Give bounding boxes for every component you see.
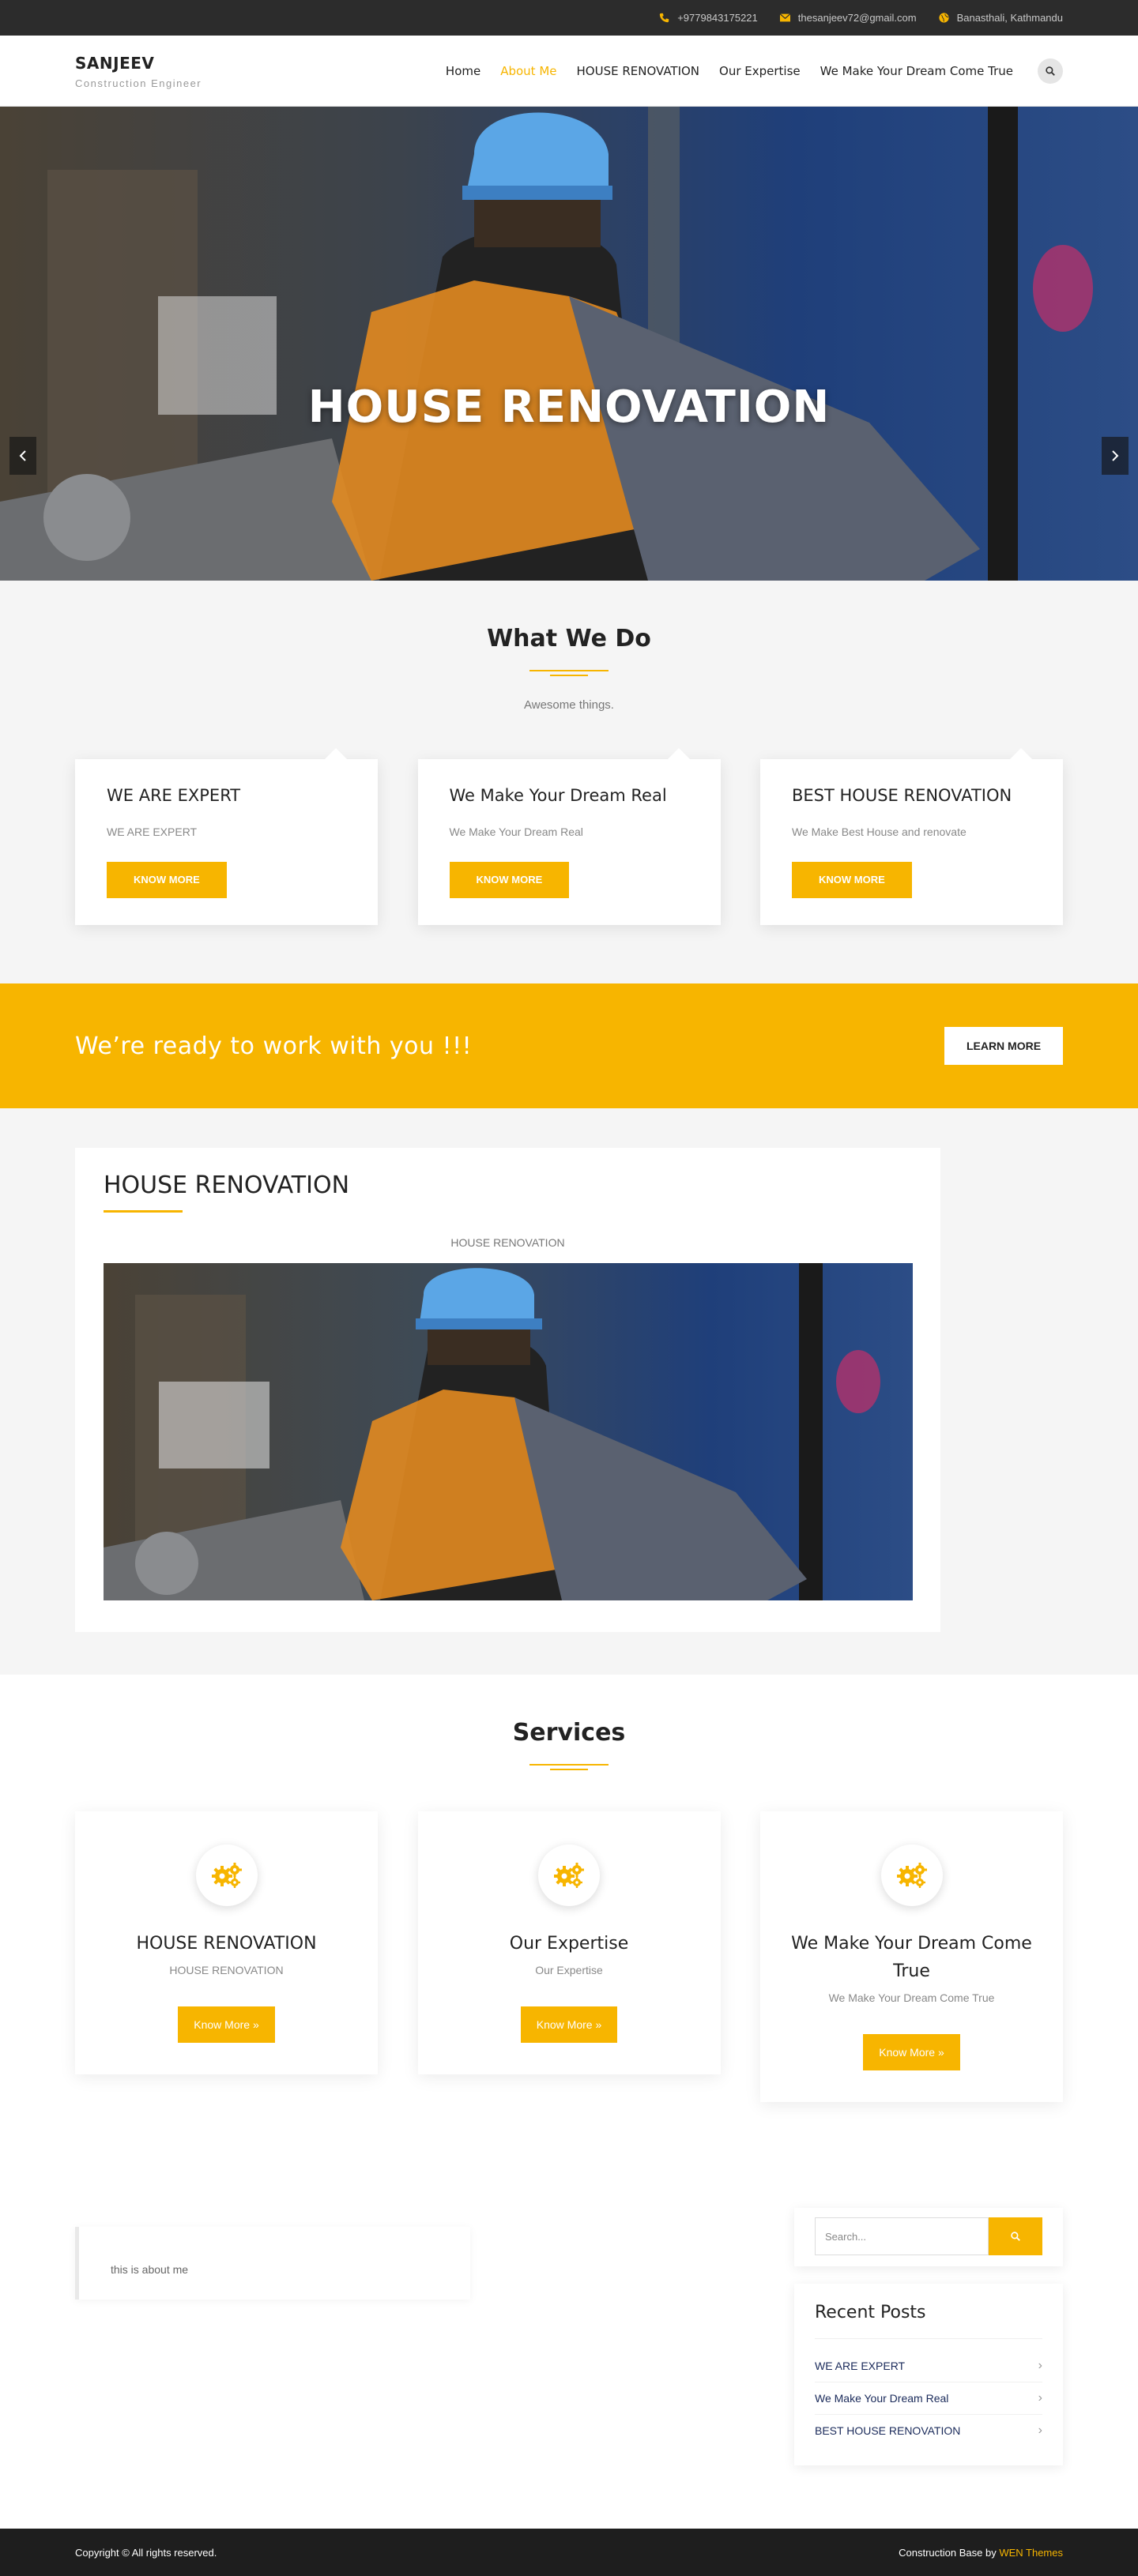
topbar-phone: +9779843175221 <box>659 12 758 24</box>
gears-icon <box>195 1845 258 1906</box>
services-section: Services HOUSE RENOVATION HOUSE RENOVATI… <box>0 1675 1138 2157</box>
section-title: Services <box>512 1719 626 1747</box>
nav-item-house-renovation[interactable]: HOUSE RENOVATION <box>577 64 700 78</box>
feature-card-title: WE ARE EXPERT <box>107 786 241 805</box>
feature-card: We Make Your Dream Real We Make Your Dre… <box>417 748 721 925</box>
title-separator <box>529 1764 609 1770</box>
post-title[interactable]: HOUSE RENOVATION <box>104 1171 912 1199</box>
gears-icon <box>538 1845 600 1906</box>
know-more-button[interactable]: Know More » <box>178 2006 275 2044</box>
credit-prefix: Construction Base by <box>899 2546 997 2559</box>
nav-search-button[interactable] <box>1038 58 1063 84</box>
address-text: Banasthali, Kathmandu <box>956 12 1063 24</box>
main-nav: Home About Me HOUSE RENOVATION Our Exper… <box>446 58 1063 84</box>
know-more-button[interactable]: Know More » <box>863 2034 960 2071</box>
what-we-do-section: What We Do Awesome things. WE ARE EXPERT… <box>0 581 1138 983</box>
chevron-right-icon <box>1112 450 1119 461</box>
topbar-address: Banasthali, Kathmandu <box>938 12 1063 24</box>
feature-card-text: We Make Your Dream Real <box>449 825 583 838</box>
site-title[interactable]: SANJEEV <box>75 54 202 73</box>
widget-title: Recent Posts <box>815 2303 1042 2340</box>
recent-post-item[interactable]: We Make Your Dream Real › <box>815 2382 1042 2416</box>
feature-card-text: We Make Best House and renovate <box>792 825 967 838</box>
chevron-right-icon: › <box>1038 2391 1042 2405</box>
hero-image <box>0 107 1138 581</box>
recent-post-link[interactable]: WE ARE EXPERT <box>815 2360 905 2372</box>
feature-card-title: BEST HOUSE RENOVATION <box>792 786 1012 805</box>
search-input[interactable]: Search... <box>815 2217 989 2256</box>
service-card-title: HOUSE RENOVATION <box>136 1934 317 1954</box>
know-more-button[interactable]: KNOW MORE <box>792 862 912 898</box>
site-tagline: Construction Engineer <box>75 77 202 89</box>
topbar-email[interactable]: thesanjeev72@gmail.com <box>779 12 917 24</box>
copyright-text: Copyright © All rights reserved. <box>75 2546 217 2559</box>
chevron-left-icon <box>19 450 26 461</box>
search-form: Search... <box>815 2217 1042 2256</box>
hero-title: HOUSE RENOVATION <box>307 382 831 433</box>
feature-card-text: WE ARE EXPERT <box>107 825 198 838</box>
cta-text: We’re ready to work with you !!! <box>75 1032 473 1060</box>
featured-post: HOUSE RENOVATION HOUSE RENOVATION <box>75 1148 940 1632</box>
recent-posts-widget: Recent Posts WE ARE EXPERT › We Make You… <box>794 2284 1063 2466</box>
know-more-button[interactable]: KNOW MORE <box>449 862 570 898</box>
search-icon <box>1046 66 1055 76</box>
service-card: Our Expertise Our Expertise Know More » <box>417 1811 721 2075</box>
feature-cards: WE ARE EXPERT WE ARE EXPERT KNOW MORE We… <box>75 748 1063 925</box>
chevron-right-icon: › <box>1038 2424 1042 2438</box>
nav-item-home[interactable]: Home <box>446 64 480 78</box>
cta-banner: We’re ready to work with you !!! LEARN M… <box>0 983 1138 1108</box>
nav-item-our-expertise[interactable]: Our Expertise <box>719 64 801 78</box>
site-footer: Copyright © All rights reserved. Constru… <box>0 2529 1138 2576</box>
content-area: this is about me Search... Recent Posts … <box>0 2157 1138 2529</box>
nav-item-about-me[interactable]: About Me <box>500 64 556 78</box>
feature-card: BEST HOUSE RENOVATION We Make Best House… <box>760 748 1063 925</box>
feature-card-title: We Make Your Dream Real <box>449 786 667 805</box>
recent-post-link[interactable]: We Make Your Dream Real <box>815 2392 948 2405</box>
top-bar: +9779843175221 thesanjeev72@gmail.com Ba… <box>0 0 1138 36</box>
recent-post-item[interactable]: BEST HOUSE RENOVATION › <box>815 2415 1042 2446</box>
slider-next-button[interactable] <box>1102 437 1129 475</box>
service-card-text: Our Expertise <box>535 1964 603 1977</box>
know-more-button[interactable]: KNOW MORE <box>107 862 227 898</box>
phone-text: +9779843175221 <box>677 12 758 24</box>
sidebar: Search... Recent Posts WE ARE EXPERT › W… <box>794 2208 1063 2466</box>
about-text: this is about me <box>111 2263 189 2277</box>
service-cards: HOUSE RENOVATION HOUSE RENOVATION Know M… <box>75 1811 1063 2103</box>
service-card-text: HOUSE RENOVATION <box>169 1964 284 1977</box>
section-subtitle: Awesome things. <box>524 698 614 712</box>
chevron-right-icon: › <box>1038 2359 1042 2373</box>
recent-post-item[interactable]: WE ARE EXPERT › <box>815 2350 1042 2383</box>
post-image <box>104 1263 913 1600</box>
search-widget: Search... <box>794 2208 1063 2267</box>
globe-icon <box>938 13 949 23</box>
nav-item-dream-come-true[interactable]: We Make Your Dream Come True <box>820 64 1013 78</box>
search-submit-button[interactable] <box>989 2217 1042 2256</box>
site-header: SANJEEV Construction Engineer Home About… <box>0 36 1138 107</box>
learn-more-button[interactable]: LEARN MORE <box>944 1027 1063 1065</box>
title-separator <box>529 670 609 676</box>
service-card: HOUSE RENOVATION HOUSE RENOVATION Know M… <box>75 1811 378 2075</box>
search-icon <box>1011 2232 1020 2242</box>
title-underline <box>104 1210 183 1213</box>
service-card-title: Our Expertise <box>509 1934 629 1954</box>
service-card: We Make Your Dream Come True We Make You… <box>760 1811 1063 2103</box>
hero-slider: HOUSE RENOVATION <box>0 107 1138 581</box>
theme-credit-link[interactable]: WEN Themes <box>999 2547 1063 2559</box>
about-box: this is about me <box>75 2227 470 2300</box>
know-more-button[interactable]: Know More » <box>520 2006 618 2044</box>
gears-icon <box>880 1845 943 1906</box>
slider-prev-button[interactable] <box>9 437 36 475</box>
theme-credit: Construction Base by WEN Themes <box>899 2547 1063 2559</box>
section-title: What We Do <box>487 625 651 652</box>
brand[interactable]: SANJEEV Construction Engineer <box>75 54 202 89</box>
phone-icon <box>659 13 669 23</box>
post-caption: HOUSE RENOVATION <box>450 1236 565 1249</box>
service-card-text: We Make Your Dream Come True <box>828 1991 995 2005</box>
email-text: thesanjeev72@gmail.com <box>797 12 917 24</box>
featured-post-section: HOUSE RENOVATION HOUSE RENOVATION <box>0 1108 1138 1675</box>
feature-card: WE ARE EXPERT WE ARE EXPERT KNOW MORE <box>75 748 378 925</box>
envelope-icon <box>779 13 790 23</box>
recent-post-link[interactable]: BEST HOUSE RENOVATION <box>815 2424 960 2437</box>
service-card-title: We Make Your Dream Come True <box>791 1934 1032 1982</box>
